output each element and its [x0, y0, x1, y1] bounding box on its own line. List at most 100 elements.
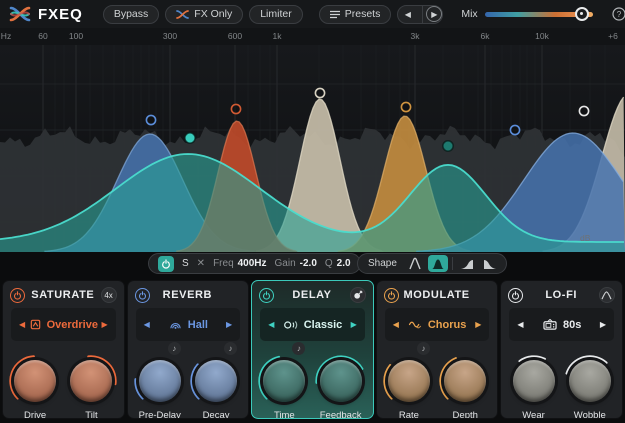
presets-button[interactable]: Presets	[319, 5, 392, 24]
lofi-wear-knob-face[interactable]	[513, 360, 555, 402]
knob-label: Rate	[399, 410, 419, 419]
chorus-icon	[408, 319, 423, 330]
mix-label: Mix	[461, 8, 477, 20]
reverb-next-option-button[interactable]: ▶	[226, 321, 232, 329]
module-lofi[interactable]: LO-FI ◀ 80s ▶ Wear	[500, 280, 623, 419]
delay-title: DELAY	[274, 289, 350, 301]
svg-text:?: ?	[616, 10, 621, 19]
reverb-knob-pre-delay[interactable]: ♪ Pre-Delay	[133, 354, 187, 419]
delay-power-button[interactable]	[259, 288, 274, 303]
saturate-power-button[interactable]	[10, 288, 25, 303]
eq-band-handle-6[interactable]	[443, 141, 453, 151]
modulate-depth-knob-face[interactable]	[444, 360, 486, 402]
eq-band-handle-7[interactable]	[510, 125, 519, 134]
modulate-option[interactable]: Chorus	[408, 319, 467, 331]
fx-only-button[interactable]: FX Only	[165, 5, 243, 24]
modulate-knob-depth[interactable]: Depth	[438, 354, 492, 419]
lofi-wobble-knob-face[interactable]	[569, 360, 611, 402]
modulate-prev-option-button[interactable]: ◀	[393, 321, 399, 329]
knob-label: Feedback	[320, 410, 362, 419]
delay-next-option-button[interactable]: ▶	[351, 321, 357, 329]
eq-band-handle-3[interactable]	[231, 104, 240, 113]
mix-slider[interactable]	[485, 12, 593, 17]
eq-band-handle-5[interactable]	[401, 102, 410, 111]
module-delay[interactable]: DELAY ◀ Classic ▶ ♪ Time	[251, 280, 374, 419]
lofi-option[interactable]: 80s	[542, 318, 581, 331]
reverb-preset-selector: ◀ Hall ▶	[136, 308, 241, 341]
filter-curve-icon[interactable]	[599, 287, 615, 303]
knob-label: Wear	[522, 410, 545, 419]
reverb-knob-decay[interactable]: ♪ Decay	[189, 354, 243, 419]
knob-label: Drive	[24, 410, 46, 419]
lofi-next-option-button[interactable]: ▶	[600, 321, 606, 329]
delay-option[interactable]: Classic	[283, 319, 343, 331]
bypass-button[interactable]: Bypass	[103, 5, 159, 24]
saturate-next-option-button[interactable]: ▶	[101, 321, 107, 329]
modulate-power-button[interactable]	[384, 288, 399, 303]
mix-control: Mix	[461, 8, 592, 20]
shape-low-shelf-button[interactable]	[457, 255, 477, 272]
eq-band-handle-1[interactable]	[146, 115, 155, 124]
knob-label: Pre-Delay	[139, 410, 181, 419]
delay-knob-feedback[interactable]: Feedback	[314, 354, 368, 419]
preset-prev-button[interactable]: ◀	[398, 6, 417, 23]
module-modulate[interactable]: MODULATE ◀ Chorus ▶ ♪ Rate	[376, 280, 499, 419]
axis-tick-1k: 1k	[273, 31, 282, 41]
top-bar: FXEQ Bypass FX Only Limiter Presets ◀ ▶ …	[0, 0, 625, 28]
mix-slider-thumb[interactable]	[575, 7, 589, 21]
reverb-title: REVERB	[150, 289, 226, 301]
axis-tick-+6: +6	[608, 31, 618, 41]
saturate-knob-drive[interactable]: Drive	[8, 354, 62, 419]
modulate-rate-knob-face[interactable]	[388, 360, 430, 402]
freq-value[interactable]: 400Hz	[238, 258, 267, 269]
reverb-prev-option-button[interactable]: ◀	[144, 321, 150, 329]
delay-style-icon[interactable]	[350, 287, 366, 303]
gain-value[interactable]: -2.0	[300, 258, 317, 269]
eq-band-handle-8[interactable]	[579, 106, 588, 115]
reverb-decay-knob-face[interactable]	[195, 360, 237, 402]
modulate-knob-rate[interactable]: ♪ Rate	[382, 354, 436, 419]
axis-tick-100: 100	[69, 31, 83, 41]
help-icon[interactable]: ?	[611, 6, 625, 22]
shape-bell-button[interactable]	[428, 255, 448, 272]
modulate-preset-selector: ◀ Chorus ▶	[385, 308, 490, 341]
module-saturate[interactable]: SATURATE 4x ◀ Overdrive ▶ Drive	[2, 280, 125, 419]
band-delete-button[interactable]: ✕	[197, 258, 205, 269]
band-power-button[interactable]	[158, 256, 174, 272]
shape-high-shelf-button[interactable]	[480, 255, 500, 272]
reverb-option-label: Hall	[188, 319, 208, 331]
reverb-power-button[interactable]	[135, 288, 150, 303]
eq-display[interactable]	[0, 45, 625, 252]
saturate-drive-knob-face[interactable]	[14, 360, 56, 402]
lofi-power-button[interactable]	[508, 288, 523, 303]
saturate-knob-tilt[interactable]: Tilt	[64, 354, 118, 419]
q-value[interactable]: 2.0	[337, 258, 351, 269]
saturate-title: SATURATE	[25, 289, 101, 301]
delay-knob-time[interactable]: ♪ Time	[257, 354, 311, 419]
lofi-prev-option-button[interactable]: ◀	[517, 321, 523, 329]
axis-tick-60: 60	[38, 31, 47, 41]
delay-feedback-knob-face[interactable]	[320, 360, 362, 402]
overdrive-icon	[29, 318, 42, 331]
band-solo-button[interactable]: S	[182, 258, 189, 269]
fxeq-logo-icon	[8, 4, 32, 24]
shape-selector: Shape	[357, 253, 507, 274]
reverb-option[interactable]: Hall	[168, 318, 208, 331]
shape-peak-button[interactable]	[405, 255, 425, 272]
saturate-badge[interactable]: 4x	[101, 287, 117, 303]
reverb-pre-delay-knob-face[interactable]	[139, 360, 181, 402]
preset-next-button[interactable]: ▶	[422, 6, 442, 23]
saturate-prev-option-button[interactable]: ◀	[19, 321, 25, 329]
eq-band-handle-2[interactable]	[185, 133, 195, 143]
limiter-button[interactable]: Limiter	[249, 5, 303, 24]
shape-divider	[452, 257, 453, 270]
knob-label: Tilt	[85, 410, 97, 419]
lofi-knob-wear[interactable]: Wear	[507, 354, 561, 419]
knob-label: Decay	[203, 410, 230, 419]
module-reverb[interactable]: REVERB ◀ Hall ▶ ♪ Pre-Delay ♪	[127, 280, 250, 419]
delay-prev-option-button[interactable]: ◀	[268, 321, 274, 329]
modulate-next-option-button[interactable]: ▶	[475, 321, 481, 329]
lofi-knob-wobble[interactable]: Wobble	[563, 354, 617, 419]
eq-band-handle-4[interactable]	[315, 88, 324, 97]
saturate-option[interactable]: Overdrive	[29, 318, 98, 331]
